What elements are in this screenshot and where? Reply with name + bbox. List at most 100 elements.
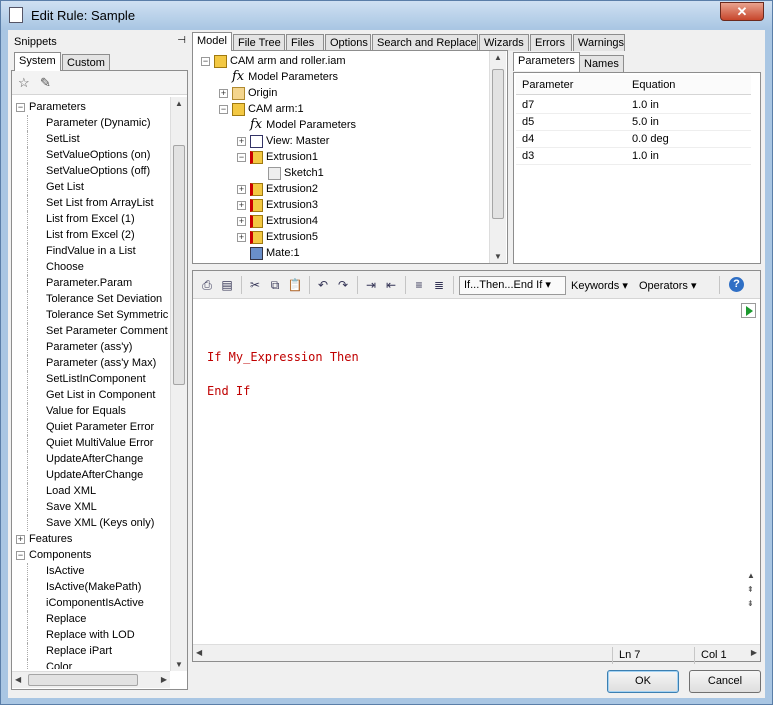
- expand-icon[interactable]: +: [16, 534, 25, 544]
- tree-item[interactable]: iComponentIsActive: [27, 595, 144, 611]
- model-tree-node[interactable]: + Extrusion4: [237, 213, 318, 229]
- keywords-menu[interactable]: Keywords ▾: [571, 279, 628, 292]
- tab-parameters[interactable]: Parameters: [513, 52, 580, 71]
- tab-warnings[interactable]: Warnings: [573, 34, 625, 51]
- tab-names[interactable]: Names: [579, 55, 624, 72]
- pin-icon[interactable]: ⊣: [177, 35, 186, 46]
- snippets-tree[interactable]: − Parameters Parameter (Dynamic) SetList Set…: [12, 99, 170, 669]
- tab-custom[interactable]: Custom: [62, 54, 110, 71]
- collapse-icon[interactable]: −: [16, 102, 25, 112]
- model-tree-node[interactable]: fx Model Parameters: [237, 117, 356, 133]
- tree-item[interactable]: Choose: [27, 259, 84, 275]
- tree-item[interactable]: SetList: [27, 131, 80, 147]
- model-tree-node[interactable]: fx Model Parameters: [219, 69, 338, 85]
- tree-item[interactable]: Save XML: [27, 499, 97, 515]
- expand-icon[interactable]: +: [237, 216, 246, 226]
- table-row[interactable]: d7 1.0 in: [516, 97, 751, 114]
- edit-snippet-icon[interactable]: ✎: [40, 75, 51, 91]
- table-row[interactable]: d5 5.0 in: [516, 114, 751, 131]
- table-row[interactable]: d4 0.0 deg: [516, 131, 751, 148]
- snippet-dropdown[interactable]: If...Then...End If ▾: [459, 276, 566, 295]
- snippets-horizontal-scrollbar[interactable]: ◀ ▶: [12, 671, 170, 688]
- undo-icon[interactable]: ↶: [315, 277, 331, 293]
- run-rule-icon[interactable]: [741, 303, 756, 318]
- collapse-icon[interactable]: −: [201, 56, 210, 66]
- scroll-up-arrow-icon[interactable]: ▲: [747, 571, 755, 580]
- help-icon[interactable]: ?: [729, 277, 744, 292]
- tab-wizards[interactable]: Wizards: [479, 34, 529, 51]
- collapse-icon[interactable]: −: [219, 104, 228, 114]
- tree-item[interactable]: Quiet Parameter Error: [27, 419, 154, 435]
- tree-item[interactable]: Color: [27, 659, 72, 669]
- expand-icon[interactable]: +: [237, 232, 246, 242]
- tree-item[interactable]: Tolerance Set Deviation: [27, 291, 162, 307]
- model-tree-node[interactable]: + Extrusion5: [237, 229, 318, 245]
- scroll-page-up-icon[interactable]: ⇞: [747, 585, 754, 594]
- cancel-button[interactable]: Cancel: [689, 670, 761, 693]
- tree-item[interactable]: List from Excel (2): [27, 227, 135, 243]
- model-tree[interactable]: − CAM arm and roller.iam fx Model Parameter…: [197, 53, 487, 261]
- redo-icon[interactable]: ↷: [335, 277, 351, 293]
- tree-item[interactable]: SetValueOptions (off): [27, 163, 150, 179]
- snippets-vertical-scrollbar[interactable]: ▲ ▼: [170, 97, 187, 671]
- model-tree-node[interactable]: − CAM arm and roller.iam: [201, 53, 346, 69]
- tab-model[interactable]: Model: [192, 32, 232, 51]
- parameter-equation[interactable]: 0.0 deg: [632, 133, 669, 145]
- operators-menu[interactable]: Operators ▾: [639, 279, 697, 292]
- close-button[interactable]: ✕: [720, 2, 764, 21]
- tree-group[interactable]: − Components: [16, 547, 91, 563]
- model-vertical-scrollbar[interactable]: ▲ ▼: [489, 51, 506, 263]
- tree-item[interactable]: SetListInComponent: [27, 371, 146, 387]
- scroll-up-arrow-icon[interactable]: ▲: [494, 53, 502, 62]
- tree-item[interactable]: Get List in Component: [27, 387, 155, 403]
- indent-icon[interactable]: ⇥: [363, 277, 379, 293]
- column-header-equation[interactable]: Equation: [632, 79, 675, 91]
- tree-item[interactable]: Parameter (ass'y Max): [27, 355, 156, 371]
- tree-item[interactable]: List from Excel (1): [27, 211, 135, 227]
- title-bar[interactable]: Edit Rule: Sample ✕: [1, 1, 772, 29]
- parameter-equation[interactable]: 5.0 in: [632, 116, 659, 128]
- tree-item[interactable]: Get List: [27, 179, 84, 195]
- editor-vertical-scrollbar[interactable]: ▲ ⇞ ⇟: [743, 571, 760, 621]
- cut-icon[interactable]: ✂: [247, 277, 263, 293]
- tree-group[interactable]: + Features: [16, 531, 72, 547]
- tree-item[interactable]: Load XML: [27, 483, 96, 499]
- model-tree-node[interactable]: + Extrusion3: [237, 197, 318, 213]
- tree-item[interactable]: Parameter (ass'y): [27, 339, 132, 355]
- scroll-right-arrow-icon[interactable]: ▶: [161, 675, 167, 684]
- scroll-down-arrow-icon[interactable]: ▼: [494, 252, 502, 261]
- model-tree-node[interactable]: − Extrusion1: [237, 149, 318, 165]
- tree-item[interactable]: FindValue in a List: [27, 243, 136, 259]
- tree-group[interactable]: − Parameters: [16, 99, 86, 115]
- parameter-equation[interactable]: 1.0 in: [632, 99, 659, 111]
- collapse-icon[interactable]: −: [237, 152, 246, 162]
- ok-button[interactable]: OK: [607, 670, 679, 693]
- tree-item[interactable]: Tolerance Set Symmetric: [27, 307, 168, 323]
- tab-system[interactable]: System: [14, 52, 61, 71]
- tree-item[interactable]: Replace: [27, 611, 86, 627]
- tree-item[interactable]: IsActive: [27, 563, 85, 579]
- table-row[interactable]: d3 1.0 in: [516, 148, 751, 165]
- collapse-icon[interactable]: −: [16, 550, 25, 560]
- tree-item[interactable]: Replace with LOD: [27, 627, 135, 643]
- comment-icon[interactable]: ≡: [411, 277, 427, 293]
- tab-options[interactable]: Options: [325, 34, 371, 51]
- model-tree-node[interactable]: Mate:1: [237, 245, 300, 261]
- column-header-parameter[interactable]: Parameter: [522, 79, 573, 91]
- tree-item[interactable]: Parameter.Param: [27, 275, 132, 291]
- tab-errors[interactable]: Errors: [530, 34, 572, 51]
- tree-item[interactable]: UpdateAfterChange: [27, 467, 143, 483]
- uncomment-icon[interactable]: ≣: [431, 277, 447, 293]
- print-icon[interactable]: ⎙: [199, 277, 215, 293]
- scroll-thumb[interactable]: [173, 145, 185, 385]
- scroll-left-arrow-icon[interactable]: ◀: [15, 675, 21, 684]
- print-preview-icon[interactable]: ▤: [219, 277, 235, 293]
- expand-icon[interactable]: +: [237, 136, 246, 146]
- code-text-area[interactable]: If My_Expression Then End If: [193, 301, 743, 643]
- add-snippet-icon[interactable]: ☆: [18, 75, 30, 91]
- tree-item[interactable]: Save XML (Keys only): [27, 515, 154, 531]
- tree-item[interactable]: Parameter (Dynamic): [27, 115, 151, 131]
- scroll-up-arrow-icon[interactable]: ▲: [175, 99, 183, 108]
- tree-item[interactable]: Quiet MultiValue Error: [27, 435, 153, 451]
- expand-icon[interactable]: +: [237, 184, 246, 194]
